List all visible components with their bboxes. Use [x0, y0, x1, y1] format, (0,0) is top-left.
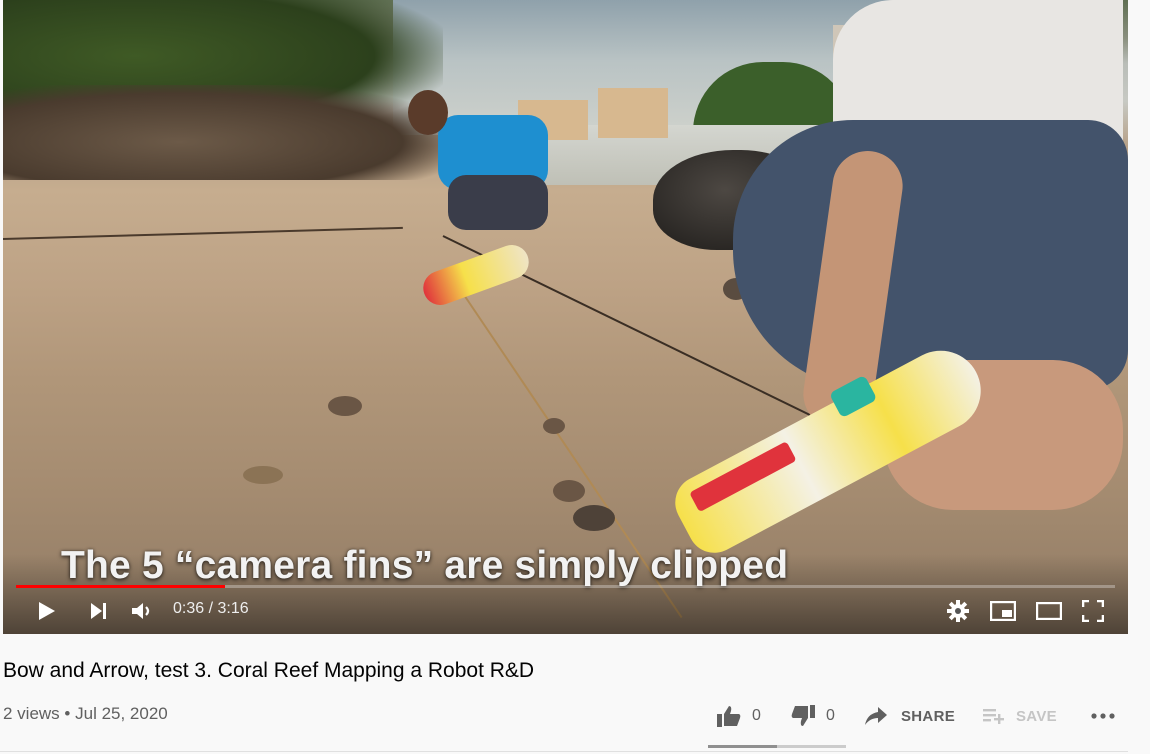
- more-horizontal-icon: [1091, 713, 1115, 719]
- video-frame-pebble: [243, 466, 283, 484]
- volume-button[interactable]: [125, 596, 159, 626]
- progress-bar-fill: [16, 585, 225, 588]
- divider: [0, 751, 1128, 752]
- time-display: 0:36 / 3:16: [173, 600, 249, 618]
- video-player[interactable]: The 5 “camera fins” are simply clipped 0…: [3, 0, 1128, 634]
- sentiment-bar-fill: [708, 745, 777, 748]
- video-frame-building: [598, 88, 668, 138]
- like-count: 0: [752, 707, 761, 724]
- theater-icon: [1036, 602, 1062, 620]
- view-count: 2 views: [3, 704, 60, 723]
- video-frame-pebble: [553, 480, 585, 502]
- current-time: 0:36: [173, 600, 205, 617]
- thumbs-down-icon: [791, 705, 815, 726]
- video-frame-pebble: [543, 418, 565, 434]
- miniplayer-icon: [990, 601, 1016, 621]
- play-icon: [39, 602, 55, 620]
- playlist-add-icon: [983, 709, 1004, 724]
- duration: 3:16: [217, 600, 249, 617]
- like-button[interactable]: 0: [716, 702, 761, 730]
- share-button[interactable]: SHARE: [864, 702, 955, 730]
- gear-icon: [947, 600, 969, 622]
- thumbs-up-icon: [717, 706, 741, 727]
- save-button[interactable]: SAVE: [982, 702, 1057, 730]
- video-meta: 2 views • Jul 25, 2020: [3, 704, 168, 724]
- play-button[interactable]: [31, 596, 63, 626]
- progress-bar[interactable]: [16, 585, 1115, 588]
- save-label: SAVE: [1016, 707, 1057, 725]
- time-separator: /: [208, 600, 214, 617]
- more-actions-button[interactable]: [1090, 702, 1116, 730]
- next-button[interactable]: [83, 596, 115, 626]
- share-label: SHARE: [901, 707, 956, 725]
- settings-button[interactable]: [943, 596, 973, 626]
- dislike-button[interactable]: 0: [790, 702, 835, 730]
- volume-icon: [132, 603, 150, 619]
- upload-date: Jul 25, 2020: [75, 704, 168, 723]
- video-frame-pebble: [328, 396, 362, 416]
- miniplayer-button[interactable]: [987, 596, 1019, 626]
- theater-button[interactable]: [1033, 596, 1065, 626]
- video-title: Bow and Arrow, test 3. Coral Reef Mappin…: [3, 659, 535, 682]
- dislike-count: 0: [826, 707, 835, 724]
- video-caption: The 5 “camera fins” are simply clipped: [61, 544, 789, 587]
- video-frame-string: [3, 226, 403, 240]
- meta-dot: •: [64, 704, 71, 723]
- video-frame-rocks: [3, 85, 443, 180]
- next-icon: [91, 603, 106, 619]
- video-frame-person-left: [403, 90, 553, 235]
- fullscreen-button[interactable]: [1077, 596, 1109, 626]
- share-icon: [865, 707, 887, 725]
- fullscreen-icon: [1082, 600, 1104, 622]
- sentiment-bar: [708, 745, 846, 748]
- video-frame-pebble: [573, 505, 615, 531]
